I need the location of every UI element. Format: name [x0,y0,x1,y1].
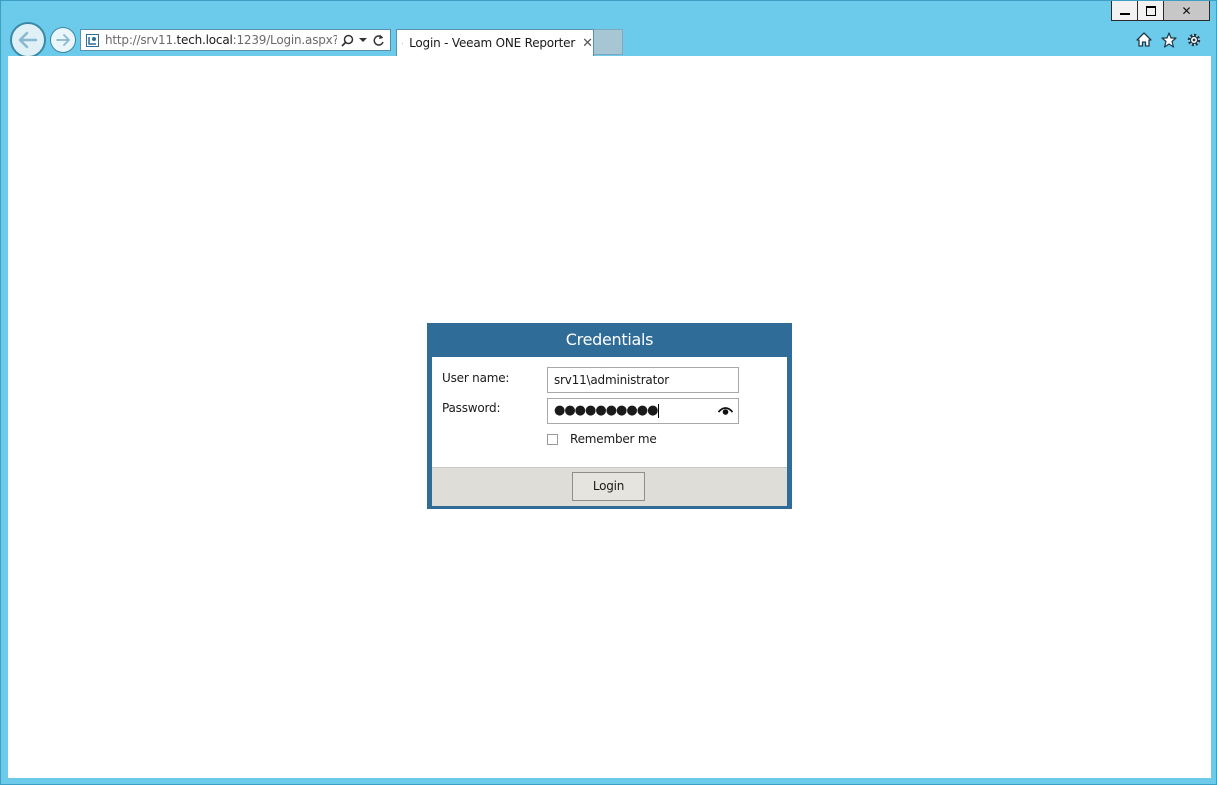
page-content: Credentials User name: srv11\administrat… [8,56,1211,778]
address-domain: tech.local [176,33,233,47]
dialog-body: User name: srv11\administrator Password:… [432,357,787,467]
close-icon: ✕ [1181,3,1192,18]
password-mask: ●●●●●●●●●● [554,403,658,418]
maximize-button[interactable] [1137,1,1164,21]
username-label: User name: [442,371,510,385]
remember-me-label[interactable]: Remember me [570,432,657,446]
show-password-eye-icon[interactable] [718,406,733,416]
minimize-button[interactable] [1111,1,1138,21]
window-controls: ✕ [1111,1,1210,21]
dialog-title: Credentials [565,330,654,349]
search-icon[interactable] [341,34,354,47]
back-button[interactable] [10,22,46,58]
tab-close-icon[interactable]: ✕ [582,36,593,51]
star-icon [1160,31,1177,48]
settings-button[interactable] [1185,31,1202,48]
credentials-dialog: Credentials User name: srv11\administrat… [427,323,792,509]
password-input[interactable]: ●●●●●●●●●● [547,398,739,424]
tab-page-icon [402,42,404,44]
text-caret [658,403,660,418]
password-label: Password: [442,401,501,415]
gear-icon [1187,33,1200,46]
address-suffix: :1239/Login.aspx?%2fI [232,33,337,47]
new-tab-button[interactable] [594,29,623,55]
arrow-right-icon [56,34,70,46]
remember-me-row[interactable]: Remember me [547,432,657,446]
address-tools [341,34,385,47]
favorites-button[interactable] [1160,31,1177,48]
dropdown-arrow-icon[interactable] [359,37,367,43]
refresh-icon[interactable] [372,34,385,47]
address-bar[interactable]: http://srv11.tech.local:1239/Login.aspx?… [80,29,391,51]
arrow-left-icon [18,31,38,49]
browser-toolbar [1135,31,1202,48]
home-icon [1135,32,1152,47]
username-input[interactable]: srv11\administrator [547,367,739,393]
login-button[interactable]: Login [572,472,645,501]
tab-login-veeam[interactable]: Login - Veeam ONE Reporter ✕ [396,29,594,56]
dialog-footer: Login [432,467,787,506]
minimize-icon [1119,12,1130,15]
page-icon [86,33,99,47]
close-window-button[interactable]: ✕ [1163,1,1210,21]
tab-title: Login - Veeam ONE Reporter [409,36,576,50]
home-button[interactable] [1135,31,1152,48]
remember-me-checkbox[interactable] [547,433,558,445]
maximize-icon [1145,5,1156,16]
browser-window: ✕ http://srv11.tech.local:1239/Login.asp… [0,0,1217,785]
address-text[interactable]: http://srv11.tech.local:1239/Login.aspx?… [105,33,337,47]
forward-button[interactable] [50,27,76,53]
address-prefix: http://srv11. [105,33,177,47]
